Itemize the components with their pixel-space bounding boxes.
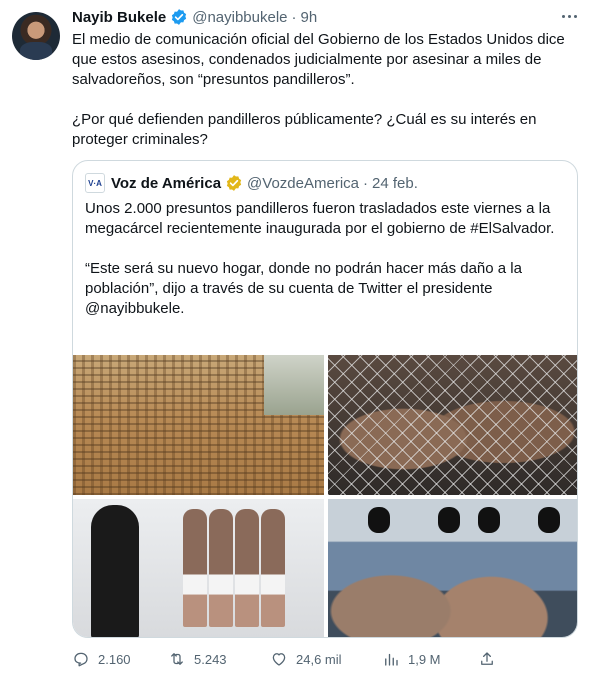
quoted-paragraph: Unos 2.000 presuntos pandilleros fueron … xyxy=(85,200,555,237)
media-photo-guards-escorting[interactable] xyxy=(328,499,577,637)
reply-icon xyxy=(74,652,88,667)
retweet-button[interactable]: 5.243 xyxy=(168,648,227,670)
media-photo-inmates-rows[interactable] xyxy=(73,355,324,495)
tweet-time[interactable]: 9h xyxy=(301,9,318,26)
tweet-text: El medio de comunicación oficial del Gob… xyxy=(72,30,582,150)
views-button[interactable]: 1,9 M xyxy=(382,648,441,670)
tweet-paragraph: ¿Por qué defienden pandilleros públicame… xyxy=(72,111,537,148)
quoted-paragraph: “Este será su nuevo hogar, donde no podr… xyxy=(85,260,522,317)
tweet-header: Nayib Bukele @nayibbukele · 9h xyxy=(72,6,585,28)
reply-button[interactable]: 2.160 xyxy=(72,648,131,670)
separator-dot: · xyxy=(291,8,297,26)
share-button[interactable] xyxy=(478,648,496,670)
views-icon xyxy=(385,653,398,666)
retweet-count: 5.243 xyxy=(194,651,227,667)
more-options-icon[interactable] xyxy=(559,6,579,26)
previous-tweet-fragment xyxy=(0,0,601,4)
quoted-author-name[interactable]: Voz de América xyxy=(111,175,221,192)
voa-logo: V·A xyxy=(85,173,105,193)
tweet-paragraph: El medio de comunicación oficial del Gob… xyxy=(72,31,565,88)
media-photo-behind-fence[interactable] xyxy=(328,355,577,495)
avatar[interactable] xyxy=(12,12,60,60)
quoted-tweet-date[interactable]: 24 feb. xyxy=(372,175,418,192)
separator-dot: · xyxy=(363,174,368,192)
tweet-actions: 2.160 5.243 24,6 mil 1,9 M xyxy=(72,648,582,670)
share-icon xyxy=(481,652,493,665)
author-name[interactable]: Nayib Bukele xyxy=(72,9,166,26)
quoted-tweet-text: Unos 2.000 presuntos pandilleros fueron … xyxy=(85,199,565,319)
like-icon xyxy=(272,653,286,666)
quoted-author-handle[interactable]: @VozdeAmerica xyxy=(247,175,359,192)
retweet-icon xyxy=(171,653,183,665)
reply-count: 2.160 xyxy=(98,651,131,667)
views-count: 1,9 M xyxy=(408,651,441,667)
media-grid xyxy=(73,355,577,637)
verified-badge-icon xyxy=(225,174,243,192)
media-photo-guard-and-inmates[interactable] xyxy=(73,499,324,637)
author-handle[interactable]: @nayibbukele xyxy=(192,9,287,26)
quoted-tweet-card[interactable]: V·A Voz de América @VozdeAmerica · 24 fe… xyxy=(72,160,578,638)
like-button[interactable]: 24,6 mil xyxy=(270,648,342,670)
like-count: 24,6 mil xyxy=(296,651,342,667)
verified-badge-icon xyxy=(170,8,188,26)
quoted-tweet-header: V·A Voz de América @VozdeAmerica · 24 fe… xyxy=(85,173,418,193)
